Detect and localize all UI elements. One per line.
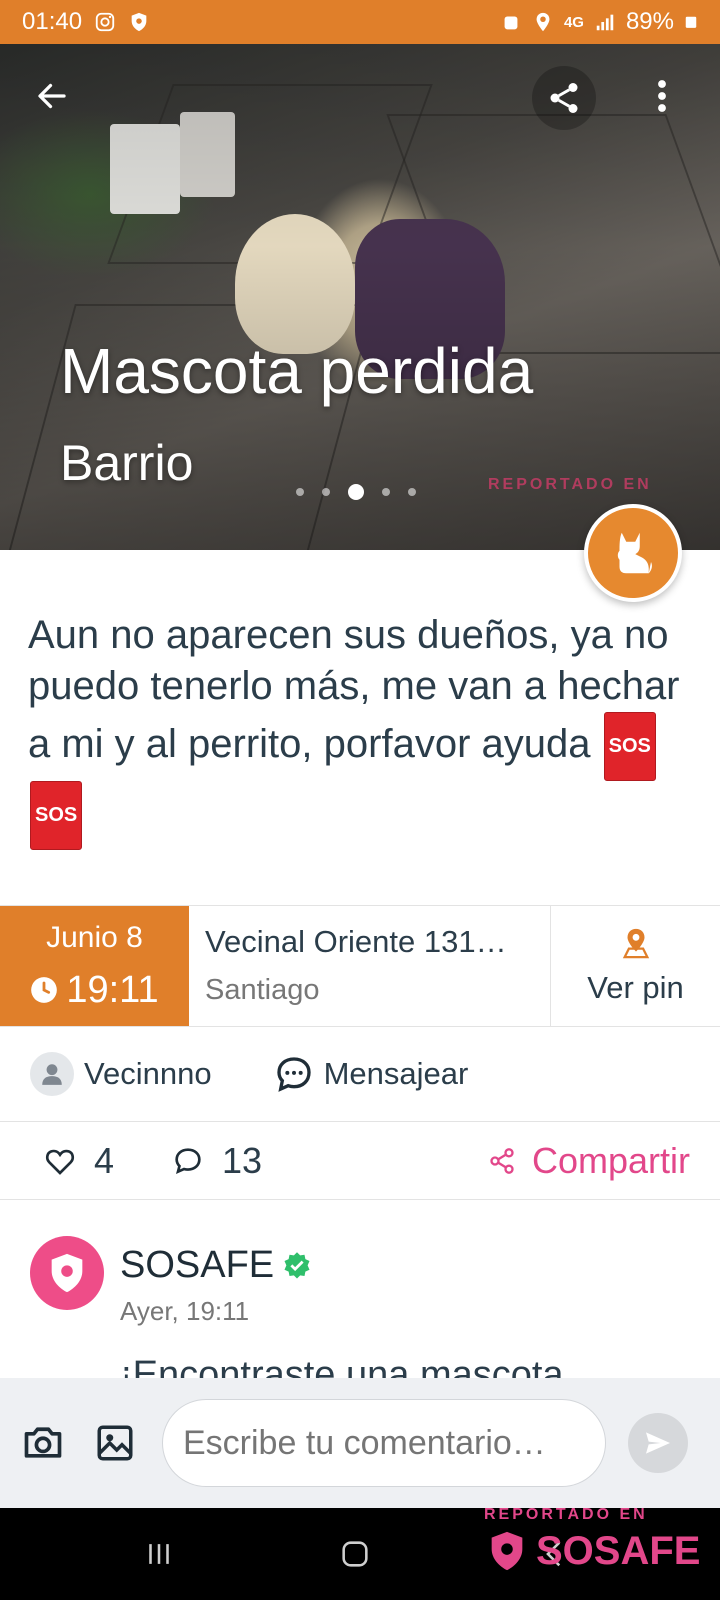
signal-icon bbox=[596, 14, 614, 31]
message-button[interactable]: Mensajear bbox=[274, 1054, 469, 1094]
share-button[interactable]: Compartir bbox=[488, 1140, 690, 1182]
home-button[interactable] bbox=[330, 1532, 380, 1576]
chat-bubble-icon bbox=[276, 1057, 311, 1092]
view-pin-label: Ver pin bbox=[587, 970, 684, 1005]
shield-icon bbox=[131, 12, 147, 32]
instagram-icon bbox=[95, 12, 115, 32]
sos-emoji: SOS bbox=[603, 712, 656, 781]
report-date: Junio 8 bbox=[46, 920, 143, 954]
comment-composer bbox=[0, 1378, 720, 1508]
sosafe-logo-icon bbox=[51, 1253, 83, 1293]
carousel-dot[interactable] bbox=[382, 488, 390, 496]
address-city: Santiago bbox=[205, 974, 320, 1006]
avatar bbox=[30, 1052, 74, 1096]
camera-icon bbox=[24, 1427, 62, 1458]
system-navigation-bar: REPORTADO EN SOSAFE bbox=[0, 1506, 720, 1600]
heart-icon bbox=[45, 1149, 75, 1175]
comment-author: SOSAFE bbox=[120, 1244, 312, 1287]
recent-apps-button[interactable] bbox=[134, 1532, 184, 1576]
report-time-row: 19:11 bbox=[30, 968, 159, 1012]
gallery-button[interactable] bbox=[90, 1418, 140, 1468]
carousel-indicator bbox=[296, 484, 416, 500]
more-options-button[interactable] bbox=[642, 66, 682, 126]
description-text: Aun no aparecen sus dueños, ya no puedo … bbox=[28, 613, 680, 767]
sosafe-avatar[interactable] bbox=[30, 1236, 104, 1310]
share-icon bbox=[550, 83, 578, 113]
view-pin-button[interactable]: Ver pin bbox=[551, 906, 720, 1026]
image-icon bbox=[97, 1425, 133, 1461]
comments-button[interactable]: 13 bbox=[172, 1140, 262, 1182]
watermark-brand: SOSAFE bbox=[536, 1528, 701, 1573]
watermark-label: REPORTADO EN bbox=[484, 1506, 648, 1523]
home-icon bbox=[342, 1541, 368, 1567]
date-box: Junio 8 19:11 bbox=[0, 906, 189, 1026]
comment-input[interactable] bbox=[162, 1399, 606, 1487]
carousel-dot[interactable] bbox=[296, 488, 304, 496]
comment-count: 13 bbox=[222, 1139, 263, 1181]
sos-emoji: SOS bbox=[30, 781, 83, 850]
report-info-row: Junio 8 19:11 Vecinal Oriente 131… Santi… bbox=[0, 905, 720, 1027]
verified-badge-icon bbox=[284, 1251, 310, 1278]
carousel-dot-active[interactable] bbox=[348, 484, 364, 500]
clock-icon bbox=[31, 977, 58, 1003]
user-icon bbox=[42, 1064, 62, 1085]
status-bar: 01:40 4G 89% bbox=[0, 0, 720, 44]
report-time: 19:11 bbox=[66, 968, 159, 1011]
address-line: Vecinal Oriente 131… bbox=[205, 924, 507, 959]
report-description: Aun no aparecen sus dueños, ya no puedo … bbox=[28, 610, 688, 850]
watermark-logo: SOSAFE bbox=[484, 1528, 700, 1574]
sosafe-logo-icon bbox=[491, 1531, 523, 1571]
author-profile[interactable]: Vecinnno bbox=[30, 1052, 212, 1096]
engagement-row: 4 13 Compartir bbox=[0, 1122, 720, 1200]
pet-category-badge bbox=[584, 504, 682, 602]
author-name: Vecinnno bbox=[84, 1056, 212, 1091]
network-label: 4G bbox=[563, 13, 584, 31]
share-icon bbox=[490, 1147, 514, 1174]
comment-time: Ayer, 19:11 bbox=[120, 1296, 250, 1326]
carousel-dot[interactable] bbox=[408, 488, 416, 496]
author-row: Vecinnno Mensajear bbox=[0, 1027, 720, 1122]
map-pin-icon bbox=[622, 928, 649, 959]
address-box: Vecinal Oriente 131… Santiago bbox=[189, 906, 551, 1026]
cat-icon bbox=[617, 532, 652, 574]
hero-image[interactable]: Mascota perdida Barrio REPORTADO EN bbox=[0, 44, 720, 550]
more-vertical-icon bbox=[658, 80, 666, 112]
report-title: Mascota perdida bbox=[60, 335, 534, 407]
location-icon bbox=[536, 12, 550, 32]
send-icon bbox=[646, 1432, 670, 1454]
comment-author-name: SOSAFE bbox=[120, 1244, 275, 1286]
share-top-button[interactable] bbox=[532, 66, 596, 130]
message-label: Mensajear bbox=[323, 1056, 469, 1091]
back-button[interactable] bbox=[22, 66, 82, 126]
battery-icon bbox=[685, 16, 697, 28]
share-label: Compartir bbox=[531, 1139, 690, 1181]
carousel-dot[interactable] bbox=[322, 488, 330, 496]
hero-watermark: REPORTADO EN bbox=[488, 476, 652, 493]
comment-icon bbox=[175, 1147, 201, 1174]
arrow-left-icon bbox=[38, 83, 66, 109]
recent-apps-icon bbox=[149, 1544, 169, 1564]
status-time: 01:40 bbox=[22, 8, 83, 35]
camera-button[interactable] bbox=[18, 1418, 68, 1468]
like-button[interactable]: 4 bbox=[44, 1140, 114, 1182]
report-category: Barrio bbox=[60, 435, 194, 491]
battery-level: 89% bbox=[625, 8, 674, 35]
alarm-icon bbox=[504, 16, 518, 30]
send-button[interactable] bbox=[628, 1413, 688, 1473]
like-count: 4 bbox=[94, 1139, 115, 1181]
